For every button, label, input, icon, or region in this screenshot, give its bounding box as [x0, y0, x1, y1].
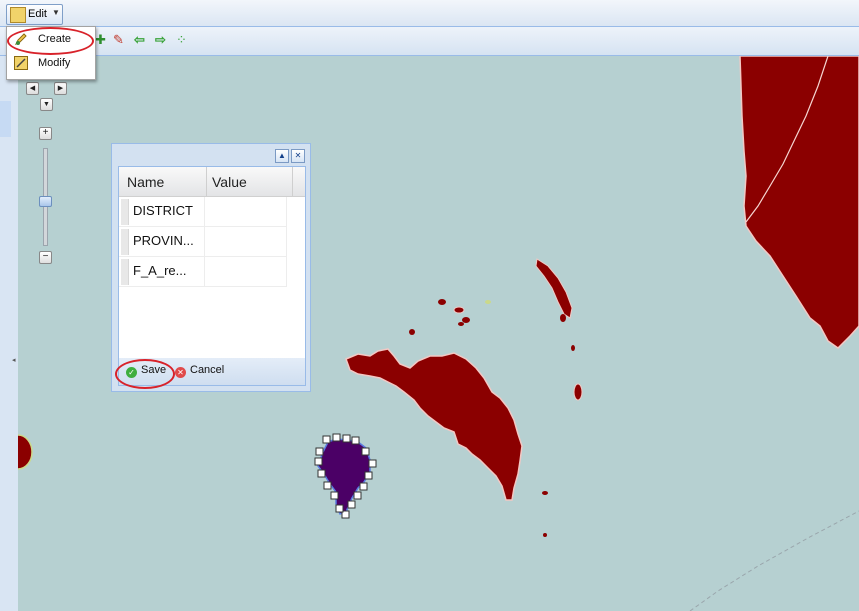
land-island-north [535, 258, 573, 319]
cell-separator [286, 227, 287, 256]
zoom-in-icon[interactable]: ✚ [95, 33, 106, 47]
land-islet [543, 533, 547, 537]
pan-right-button[interactable]: ▶ [54, 82, 67, 95]
attribute-grid: Name Value DISTRICT PROVIN... F_A_re... [118, 166, 306, 360]
map-toolbar: ✚ ✎ ⇦ ⇨ ⁘ [0, 27, 859, 56]
menu-item-label: Create [38, 33, 72, 45]
table-row[interactable]: DISTRICT [119, 197, 287, 227]
cancel-button[interactable]: ✕ Cancel [175, 364, 224, 378]
cancel-icon: ✕ [175, 367, 186, 378]
menu-item-create[interactable]: Create [8, 29, 94, 51]
pan-left-button[interactable]: ◀ [26, 82, 39, 95]
edit-menu-button[interactable]: Edit ▼ [6, 4, 63, 25]
save-label: Save [141, 364, 167, 376]
zoom-extent-icon[interactable]: ⁘ [176, 33, 187, 47]
menu-item-modify[interactable]: Modify [8, 53, 94, 75]
property-name: DISTRICT [133, 203, 193, 218]
save-button[interactable]: ✓ Save [126, 364, 166, 378]
left-panel-selection [0, 101, 11, 137]
property-name: F_A_re... [133, 263, 187, 278]
create-pencil-icon [14, 32, 28, 46]
land-islet [573, 383, 583, 401]
column-header-name[interactable]: Name [127, 174, 164, 190]
left-panel-strip: ◂ [0, 56, 19, 611]
row-handle [121, 199, 129, 225]
zoom-out-button[interactable]: − [39, 251, 52, 264]
grid-header: Name Value [119, 167, 305, 197]
close-icon[interactable]: ✕ [291, 149, 305, 163]
attribute-editor-panel: ▲ ✕ Name Value DISTRICT PROVIN... F_A_re… [111, 143, 311, 392]
land-islet [560, 314, 566, 322]
edit-button-label: Edit [28, 8, 47, 20]
land-islet [453, 306, 465, 314]
zoom-slider-thumb[interactable] [39, 196, 52, 207]
column-separator [206, 167, 207, 196]
cell-separator [204, 197, 205, 226]
zoom-in-button[interactable]: + [39, 127, 52, 140]
row-handle [121, 229, 129, 255]
zoom-out-icon[interactable]: ✎ [113, 33, 124, 47]
column-header-value[interactable]: Value [212, 174, 247, 190]
cancel-label: Cancel [190, 364, 225, 376]
panel-footer: ✓ Save ✕ Cancel [118, 358, 306, 386]
land-islet [462, 317, 470, 323]
check-icon: ✓ [126, 367, 137, 378]
column-separator [292, 167, 293, 196]
edit-icon [10, 7, 26, 23]
table-row[interactable]: F_A_re... [119, 257, 287, 287]
top-toolbar: Edit ▼ [0, 0, 859, 27]
menu-item-label: Modify [38, 57, 71, 69]
cell-separator [286, 257, 287, 286]
forward-arrow-icon[interactable]: ⇨ [155, 33, 166, 47]
cell-separator [286, 197, 287, 226]
table-row[interactable]: PROVIN... [119, 227, 287, 257]
property-name: PROVIN... [133, 233, 194, 248]
land-islet [438, 299, 446, 305]
land-mainland [739, 56, 859, 349]
chevron-down-icon: ▼ [52, 8, 60, 17]
modify-icon [14, 56, 28, 70]
land-islet [571, 345, 575, 351]
pan-down-button[interactable]: ▼ [40, 98, 53, 111]
land-islet [18, 434, 33, 470]
land-islet [542, 491, 548, 495]
collapse-handle-icon[interactable]: ◂ [12, 356, 16, 364]
maritime-boundary-line [689, 510, 859, 611]
row-handle [121, 259, 129, 285]
collapse-panel-icon[interactable]: ▲ [275, 149, 289, 163]
land-islet [458, 322, 464, 326]
edit-dropdown-menu: Create Modify [6, 26, 96, 80]
cell-separator [204, 257, 205, 286]
land-islet [485, 300, 491, 304]
land-islet [409, 329, 415, 335]
cell-separator [204, 227, 205, 256]
back-arrow-icon[interactable]: ⇦ [134, 33, 145, 47]
